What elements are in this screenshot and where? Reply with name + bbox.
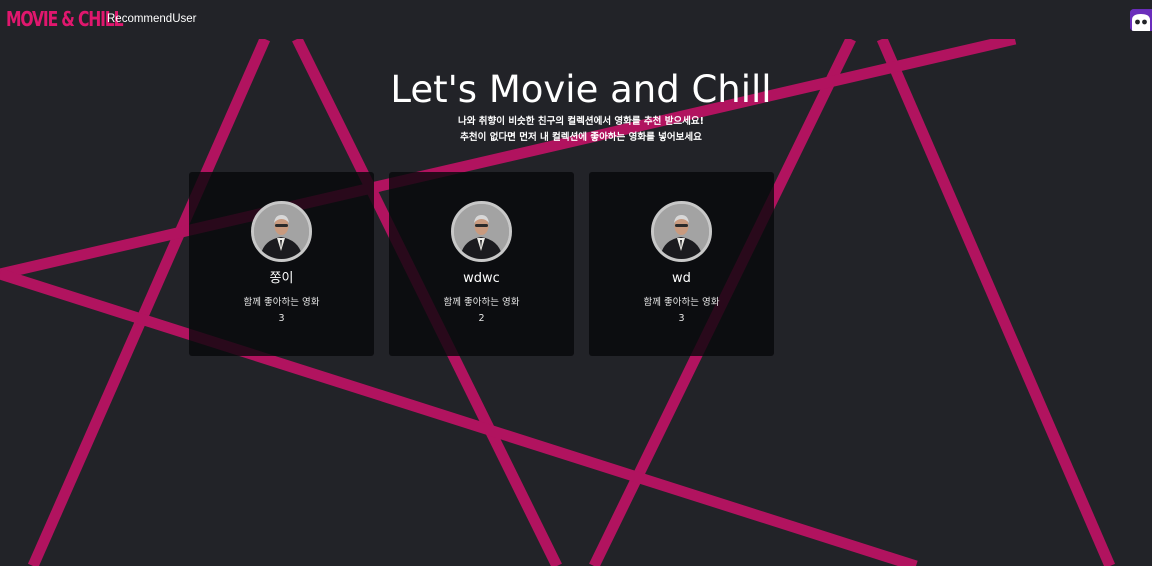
shared-movies-label: 함께 좋아하는 영화 [243, 297, 320, 308]
user-avatar-icon [251, 201, 312, 262]
page-title: Let's Movie and Chill [390, 68, 772, 111]
user-name: wdwc [463, 271, 500, 286]
shared-movies-count: 2 [478, 313, 485, 324]
user-avatar-icon [651, 201, 712, 262]
navbar: MOVIE & CHILL RecommendUser [0, 0, 1152, 39]
ghost-avatar-icon[interactable] [1130, 9, 1152, 31]
hero-subtitle-line2: 추천이 없다면 먼저 내 컬렉션에 좋아하는 영화를 넣어보세요 [460, 132, 702, 143]
shared-movies-count: 3 [678, 313, 685, 324]
brand-logo[interactable]: MOVIE & CHILL [6, 7, 124, 31]
user-card[interactable]: wd 함께 좋아하는 영화 3 [589, 172, 774, 356]
shared-movies-label: 함께 좋아하는 영화 [443, 297, 520, 308]
shared-movies-count: 3 [278, 313, 285, 324]
hero-subtitle-line1: 나와 취향이 비슷한 친구의 컬렉션에서 영화를 추천 받으세요! [458, 116, 704, 127]
hero: Let's Movie and Chill 나와 취향이 비슷한 친구의 컬렉션… [0, 66, 1152, 146]
nav-link-recommend-user[interactable]: RecommendUser [107, 12, 196, 26]
user-name: 쫑이 [269, 271, 294, 286]
user-name: wd [672, 271, 691, 286]
user-card[interactable]: 쫑이 함께 좋아하는 영화 3 [189, 172, 374, 356]
user-card-list: 쫑이 함께 좋아하는 영화 3 wdwc 함께 좋아하는 영화 2 wd 함께 … [189, 172, 789, 356]
user-card[interactable]: wdwc 함께 좋아하는 영화 2 [389, 172, 574, 356]
user-avatar-icon [451, 201, 512, 262]
shared-movies-label: 함께 좋아하는 영화 [643, 297, 720, 308]
page: MOVIE & CHILL RecommendUser Let's Movie … [0, 0, 1152, 566]
